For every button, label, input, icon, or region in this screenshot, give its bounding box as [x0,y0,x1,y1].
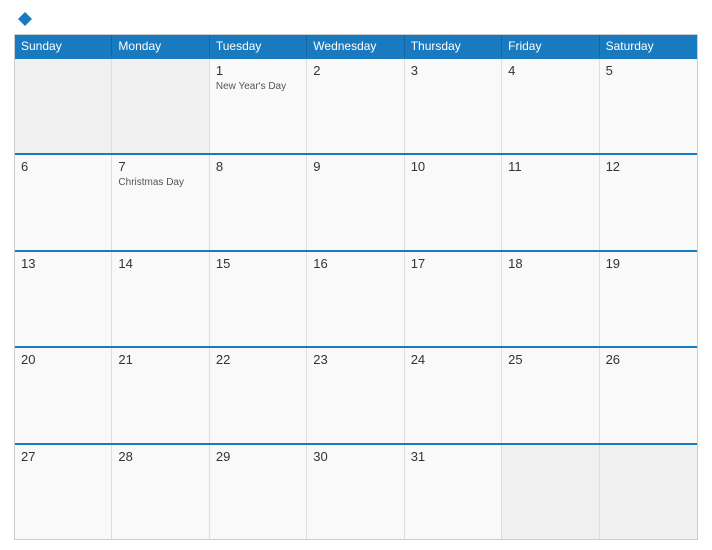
cal-cell: 1 New Year's Day [210,59,307,153]
day-number: 11 [508,159,592,174]
cal-cell: 14 [112,252,209,346]
cal-cell: 2 [307,59,404,153]
weekday-header-wednesday: Wednesday [307,35,404,57]
holiday-label: Christmas Day [118,176,202,189]
weekday-header-saturday: Saturday [600,35,697,57]
day-number: 6 [21,159,105,174]
cal-cell: 8 [210,155,307,249]
cal-cell: 13 [15,252,112,346]
day-number: 19 [606,256,691,271]
weekday-header-friday: Friday [502,35,599,57]
day-number: 2 [313,63,397,78]
week-row-2: 67 Christmas Day 89 10 11 12 [15,153,697,249]
day-number: 7 [118,159,202,174]
day-number: 31 [411,449,495,464]
weekday-header-thursday: Thursday [405,35,502,57]
cal-cell: 19 [600,252,697,346]
cal-cell: 27 [15,445,112,539]
holiday-label: New Year's Day [216,80,300,93]
day-number: 24 [411,352,495,367]
cal-cell: 16 [307,252,404,346]
cal-cell: 4 [502,59,599,153]
cal-cell: 23 [307,348,404,442]
day-number: 17 [411,256,495,271]
day-number: 1 [216,63,300,78]
day-number: 23 [313,352,397,367]
day-number: 4 [508,63,592,78]
day-number: 8 [216,159,300,174]
cal-cell: 7 Christmas Day [112,155,209,249]
day-number: 5 [606,63,691,78]
day-number: 22 [216,352,300,367]
day-number: 28 [118,449,202,464]
cal-cell: 31 [405,445,502,539]
day-number: 18 [508,256,592,271]
day-number: 26 [606,352,691,367]
week-row-1: 1 New Year's Day 2345 [15,57,697,153]
cal-cell: 3 [405,59,502,153]
page: SundayMondayTuesdayWednesdayThursdayFrid… [0,0,712,550]
weekday-header-sunday: Sunday [15,35,112,57]
day-number: 30 [313,449,397,464]
day-number: 12 [606,159,691,174]
cal-cell: 17 [405,252,502,346]
cal-cell: 29 [210,445,307,539]
day-number: 20 [21,352,105,367]
cal-cell: 10 [405,155,502,249]
weekday-header-row: SundayMondayTuesdayWednesdayThursdayFrid… [15,35,697,57]
cal-cell: 5 [600,59,697,153]
day-number: 16 [313,256,397,271]
cal-cell [502,445,599,539]
week-row-4: 20 21 22 23 24 25 26 [15,346,697,442]
cal-cell [600,445,697,539]
logo [14,10,34,28]
week-row-3: 13 14 15 16 17 18 19 [15,250,697,346]
day-number: 15 [216,256,300,271]
day-number: 27 [21,449,105,464]
cal-cell: 6 [15,155,112,249]
cal-cell: 28 [112,445,209,539]
weekday-header-tuesday: Tuesday [210,35,307,57]
day-number: 14 [118,256,202,271]
cal-cell [112,59,209,153]
day-number: 13 [21,256,105,271]
day-number: 3 [411,63,495,78]
cal-cell: 20 [15,348,112,442]
cal-cell: 11 [502,155,599,249]
cal-cell: 26 [600,348,697,442]
cal-cell: 15 [210,252,307,346]
cal-cell: 9 [307,155,404,249]
day-number: 25 [508,352,592,367]
calendar-body: 1New Year's Day234567Christmas Day891011… [15,57,697,539]
weekday-header-monday: Monday [112,35,209,57]
day-number: 9 [313,159,397,174]
cal-cell: 24 [405,348,502,442]
day-number: 10 [411,159,495,174]
day-number: 21 [118,352,202,367]
cal-cell: 12 [600,155,697,249]
header [14,10,698,28]
cal-cell: 30 [307,445,404,539]
cal-cell: 22 [210,348,307,442]
cal-cell [15,59,112,153]
week-row-5: 27 28 29 30 31 [15,443,697,539]
cal-cell: 25 [502,348,599,442]
calendar: SundayMondayTuesdayWednesdayThursdayFrid… [14,34,698,540]
day-number: 29 [216,449,300,464]
cal-cell: 18 [502,252,599,346]
cal-cell: 21 [112,348,209,442]
logo-icon [16,10,34,28]
